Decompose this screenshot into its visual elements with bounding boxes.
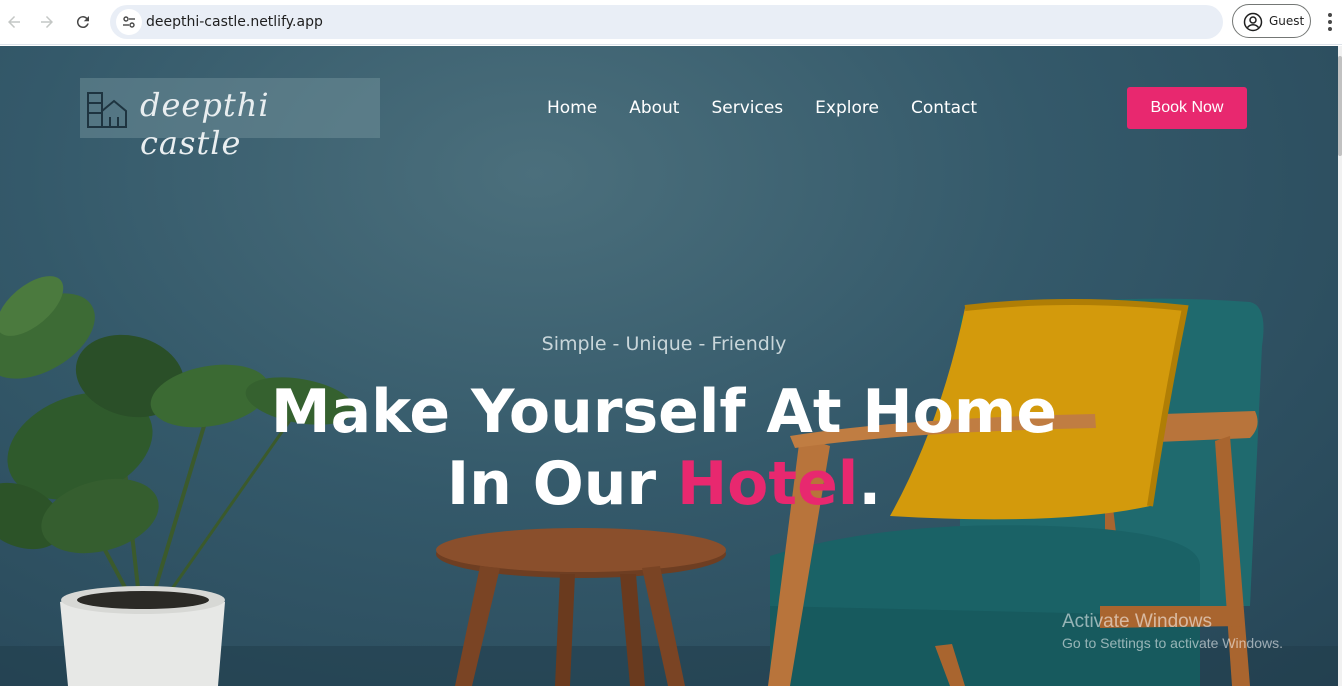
headline-line-1: Make Yourself At Home bbox=[270, 377, 1058, 447]
watermark-title: Activate Windows bbox=[1062, 611, 1212, 632]
dot-icon bbox=[1328, 27, 1332, 31]
headline-accent: Hotel bbox=[676, 449, 859, 519]
page-scrollbar[interactable] bbox=[1338, 46, 1342, 686]
site-info-button[interactable] bbox=[116, 9, 142, 35]
dot-icon bbox=[1328, 13, 1332, 17]
nav-link-about[interactable]: About bbox=[629, 98, 679, 118]
scrollbar-thumb[interactable] bbox=[1338, 56, 1342, 156]
browser-toolbar: deepthi-castle.netlify.app Guest bbox=[0, 0, 1342, 45]
arrow-left-icon bbox=[8, 16, 20, 28]
hero-headline: Make Yourself At Home In Our Hotel. bbox=[0, 376, 1328, 520]
reload-button[interactable] bbox=[69, 8, 97, 36]
browser-menu-button[interactable] bbox=[1322, 10, 1338, 34]
nav-link-explore[interactable]: Explore bbox=[815, 98, 879, 118]
dot-icon bbox=[1328, 20, 1332, 24]
logo-text: deepthi castle bbox=[140, 86, 270, 162]
profile-label: Guest bbox=[1269, 14, 1305, 28]
headline-line-2: In Our Hotel. bbox=[0, 448, 1328, 520]
url-text: deepthi-castle.netlify.app bbox=[146, 14, 323, 30]
nav-link-services[interactable]: Services bbox=[711, 98, 783, 118]
headline-suffix: . bbox=[858, 449, 882, 519]
page-viewport: deepthi castle Home About Services Explo… bbox=[0, 46, 1342, 686]
nav-link-home[interactable]: Home bbox=[547, 98, 597, 118]
account-circle-icon bbox=[1243, 12, 1263, 32]
address-bar[interactable]: deepthi-castle.netlify.app bbox=[110, 5, 1223, 39]
hero-tagline: Simple - Unique - Friendly bbox=[541, 333, 787, 355]
building-icon bbox=[87, 92, 127, 128]
nav-link-contact[interactable]: Contact bbox=[911, 98, 977, 118]
site-logo[interactable]: deepthi castle bbox=[80, 78, 380, 162]
book-now-button[interactable]: Book Now bbox=[1127, 87, 1247, 129]
back-button[interactable] bbox=[0, 8, 28, 36]
forward-button[interactable] bbox=[33, 8, 61, 36]
tune-icon bbox=[123, 16, 135, 28]
reload-icon bbox=[76, 16, 89, 29]
hero-section: deepthi castle Home About Services Explo… bbox=[0, 46, 1338, 686]
windows-activation-watermark: Activate Windows Go to Settings to activ… bbox=[1062, 611, 1283, 651]
main-navigation: Home About Services Explore Contact bbox=[547, 98, 977, 118]
arrow-right-icon bbox=[41, 16, 53, 28]
profile-button[interactable]: Guest bbox=[1232, 4, 1311, 38]
watermark-subtitle: Go to Settings to activate Windows. bbox=[1062, 635, 1283, 651]
headline-prefix: In Our bbox=[446, 449, 677, 519]
